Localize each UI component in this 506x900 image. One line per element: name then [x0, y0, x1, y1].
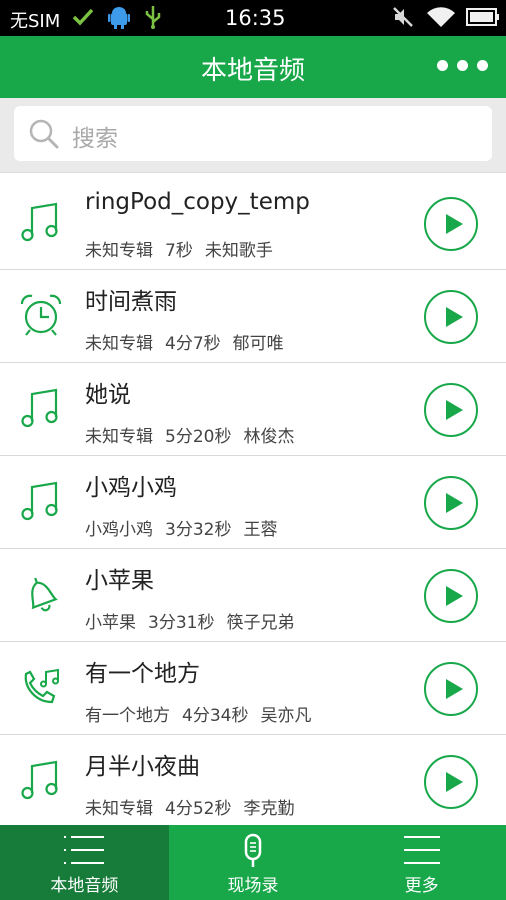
search-placeholder: 搜索 [72, 126, 118, 152]
song-artist: 未知歌手 [204, 241, 273, 261]
song-album: 小鸡小鸡 [85, 520, 153, 540]
song-duration: 4分7秒 [165, 334, 221, 354]
nav-more[interactable]: 更多 [337, 825, 506, 900]
song-list: ringPod_copy_temp 未知专辑 7秒 未知歌手 时间煮雨 未知专辑 4分7秒郁… [0, 177, 506, 828]
carrier-label: 无SIM [10, 11, 61, 32]
mute-icon [392, 5, 414, 33]
song-album: 未知专辑 [85, 799, 153, 819]
search-input[interactable]: 搜索 [14, 106, 492, 161]
song-album: 小苹果 [85, 613, 136, 633]
song-row[interactable]: 时间煮雨未知专辑 4分7秒 郁可唯 [0, 270, 506, 363]
song-row[interactable]: 她说未知专辑 5分20秒 林俊杰 [0, 363, 506, 456]
play-button[interactable] [424, 569, 478, 623]
song-duration: 3分32秒 [165, 520, 232, 540]
more-dots-icon[interactable] [437, 60, 488, 71]
list-icon [62, 833, 106, 871]
music-note-icon [18, 199, 64, 245]
song-album: 未知专辑 [85, 241, 153, 261]
music-note-icon [18, 757, 64, 803]
nav-live-record[interactable]: 现场录 [169, 825, 338, 900]
song-artist: 吴亦凡 [260, 706, 312, 726]
status-bar: 无SIM 16:35 [0, 0, 506, 36]
song-album: 未知专辑 [85, 334, 153, 354]
battery-icon [466, 5, 500, 33]
clock-time: 16:35 [225, 6, 286, 30]
wifi-icon [426, 5, 456, 33]
play-button[interactable] [424, 755, 478, 809]
usb-icon [143, 5, 163, 33]
song-duration: 4分52秒 [165, 799, 232, 819]
song-title: 小鸡小鸡 [85, 475, 177, 501]
song-title: 时间煮雨 [85, 289, 177, 315]
song-meta: 未知专辑 5分20秒 林俊杰 [85, 422, 306, 447]
check-icon [72, 5, 94, 33]
menu-icon [402, 833, 442, 871]
nav-label: 本地音频 [50, 876, 119, 896]
song-title: 小苹果 [85, 568, 154, 594]
song-artist: 李克勤 [243, 799, 295, 819]
nav-label: 更多 [404, 876, 439, 896]
play-button[interactable] [424, 290, 478, 344]
song-meta: 小鸡小鸡 3分32秒 王蓉 [85, 515, 289, 540]
song-duration: 3分31秒 [148, 613, 215, 633]
android-icon [108, 5, 130, 33]
nav-local-audio[interactable]: 本地音频 [0, 825, 169, 900]
song-title: 她说 [85, 382, 131, 408]
page-title: 本地音频 [200, 56, 305, 86]
song-meta: 未知专辑 4分52秒 李克勤 [85, 794, 306, 819]
search-bar-container: 搜索 [0, 98, 506, 172]
play-button[interactable] [424, 383, 478, 437]
play-button[interactable] [424, 662, 478, 716]
song-meta: 小苹果 3分31秒 筷子兄弟 [85, 608, 306, 633]
song-meta: 未知专辑 4分7秒 郁可唯 [85, 329, 296, 354]
song-row[interactable]: 小鸡小鸡 小鸡小鸡 3分32秒 王蓉 [0, 456, 506, 549]
bell-icon [18, 571, 64, 617]
song-duration: 7秒 [165, 241, 193, 261]
song-meta: 未知专辑 7秒 未知歌手 [85, 236, 285, 261]
music-note-icon [18, 385, 64, 431]
alarm-clock-icon [18, 292, 64, 338]
song-duration: 5分20秒 [165, 427, 232, 447]
phone-ringtone-icon [18, 664, 64, 710]
song-artist: 林俊杰 [243, 427, 295, 447]
song-row[interactable]: 小苹果 小苹果 3分31秒 筷子兄弟 [0, 549, 506, 642]
bottom-nav: 本地音频 现场录 更多 [0, 825, 506, 900]
search-icon [28, 118, 60, 154]
song-title: 有一个地方 [85, 661, 200, 687]
song-row[interactable]: 有一个地方 有一个地方 4分34秒 吴亦凡 [0, 642, 506, 735]
app-header: 本地音频 [0, 36, 506, 98]
song-artist: 筷子兄弟 [226, 613, 295, 633]
nav-label: 现场录 [227, 876, 279, 896]
play-button[interactable] [424, 476, 478, 530]
song-album: 未知专辑 [85, 427, 153, 447]
play-button[interactable] [424, 197, 478, 251]
music-note-icon [18, 478, 64, 524]
song-row[interactable]: ringPod_copy_temp 未知专辑 7秒 未知歌手 [0, 177, 506, 270]
song-meta: 有一个地方 4分34秒 吴亦凡 [85, 701, 323, 726]
song-title: 月半小夜曲 [85, 754, 200, 780]
song-row[interactable]: 月半小夜曲未知专辑 4分52秒 李克勤 [0, 735, 506, 828]
song-album: 有一个地方 [85, 706, 170, 726]
microphone-icon [238, 833, 268, 875]
song-artist: 郁可唯 [232, 334, 284, 354]
song-artist: 王蓉 [243, 520, 278, 540]
song-title: ringPod_copy_temp [85, 189, 310, 215]
song-duration: 4分34秒 [182, 706, 249, 726]
